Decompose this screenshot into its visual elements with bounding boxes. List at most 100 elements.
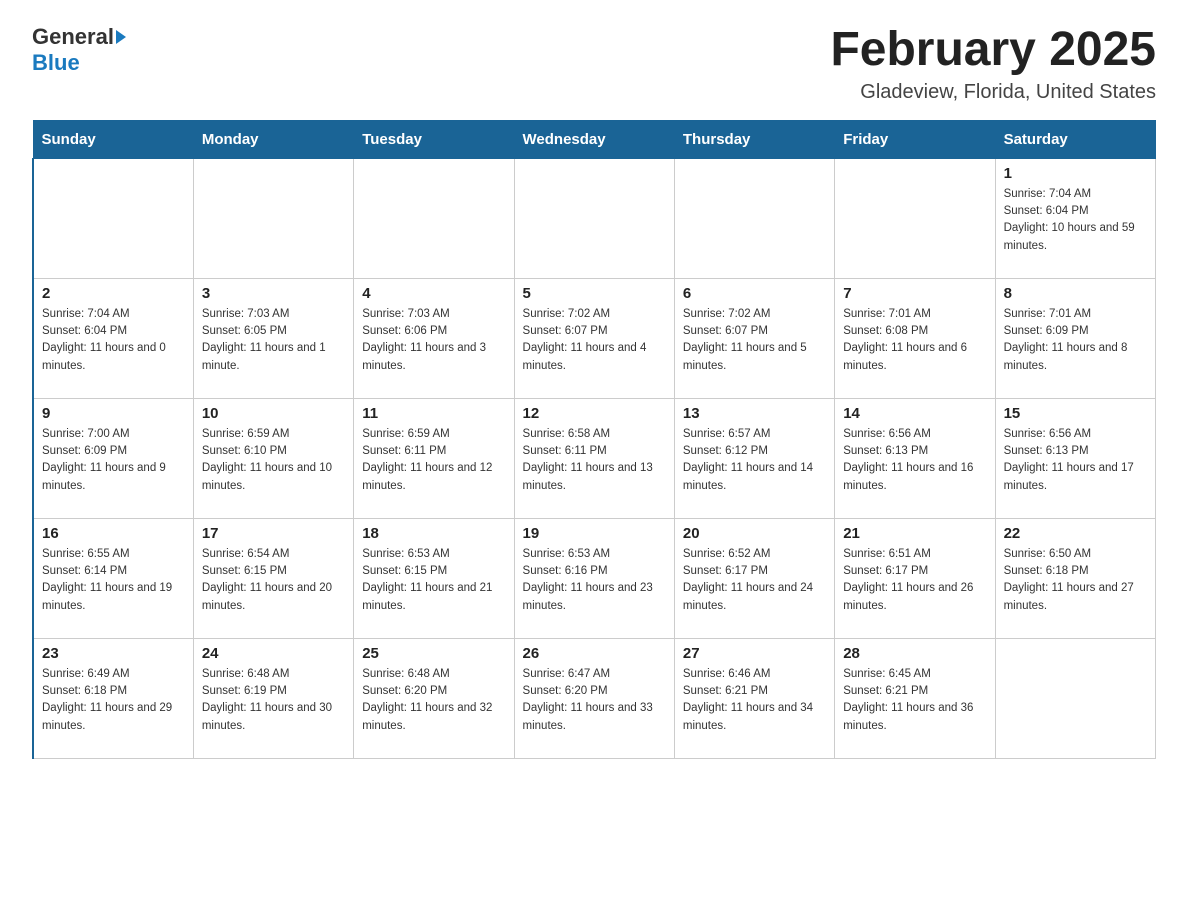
day-number: 15 — [1004, 405, 1147, 422]
sunrise-text: Sunrise: 6:48 AM — [362, 666, 505, 683]
calendar-cell: 19Sunrise: 6:53 AMSunset: 6:16 PMDayligh… — [514, 518, 674, 638]
sunset-text: Sunset: 6:16 PM — [523, 563, 666, 580]
calendar-cell: 4Sunrise: 7:03 AMSunset: 6:06 PMDaylight… — [354, 278, 514, 398]
day-number: 4 — [362, 285, 505, 302]
daylight-text: Daylight: 11 hours and 32 minutes. — [362, 700, 505, 735]
day-number: 11 — [362, 405, 505, 422]
sunset-text: Sunset: 6:09 PM — [1004, 323, 1147, 340]
calendar-table: Sunday Monday Tuesday Wednesday Thursday… — [32, 120, 1156, 759]
calendar-cell: 27Sunrise: 6:46 AMSunset: 6:21 PMDayligh… — [674, 638, 834, 758]
daylight-text: Daylight: 11 hours and 29 minutes. — [42, 700, 185, 735]
daylight-text: Daylight: 11 hours and 0 minutes. — [42, 340, 185, 375]
sunrise-text: Sunrise: 6:45 AM — [843, 666, 986, 683]
header-thursday: Thursday — [674, 120, 834, 158]
daylight-text: Daylight: 11 hours and 30 minutes. — [202, 700, 345, 735]
day-number: 21 — [843, 525, 986, 542]
day-number: 20 — [683, 525, 826, 542]
calendar-subtitle: Gladeview, Florida, United States — [830, 81, 1156, 104]
sunset-text: Sunset: 6:19 PM — [202, 683, 345, 700]
sunrise-text: Sunrise: 6:52 AM — [683, 546, 826, 563]
day-number: 12 — [523, 405, 666, 422]
sunrise-text: Sunrise: 6:50 AM — [1004, 546, 1147, 563]
sunset-text: Sunset: 6:05 PM — [202, 323, 345, 340]
daylight-text: Daylight: 10 hours and 59 minutes. — [1004, 220, 1147, 255]
daylight-text: Daylight: 11 hours and 9 minutes. — [42, 460, 185, 495]
calendar-cell — [33, 158, 193, 278]
daylight-text: Daylight: 11 hours and 5 minutes. — [683, 340, 826, 375]
calendar-cell: 17Sunrise: 6:54 AMSunset: 6:15 PMDayligh… — [193, 518, 353, 638]
calendar-cell: 1Sunrise: 7:04 AMSunset: 6:04 PMDaylight… — [995, 158, 1155, 278]
sunset-text: Sunset: 6:07 PM — [683, 323, 826, 340]
sunrise-text: Sunrise: 6:56 AM — [1004, 426, 1147, 443]
day-info: Sunrise: 6:53 AMSunset: 6:15 PMDaylight:… — [362, 546, 505, 615]
day-info: Sunrise: 6:47 AMSunset: 6:20 PMDaylight:… — [523, 666, 666, 735]
sunset-text: Sunset: 6:10 PM — [202, 443, 345, 460]
sunset-text: Sunset: 6:18 PM — [42, 683, 185, 700]
daylight-text: Daylight: 11 hours and 12 minutes. — [362, 460, 505, 495]
sunset-text: Sunset: 6:13 PM — [1004, 443, 1147, 460]
day-info: Sunrise: 6:49 AMSunset: 6:18 PMDaylight:… — [42, 666, 185, 735]
sunrise-text: Sunrise: 7:00 AM — [42, 426, 185, 443]
calendar-cell: 3Sunrise: 7:03 AMSunset: 6:05 PMDaylight… — [193, 278, 353, 398]
weekday-header-row: Sunday Monday Tuesday Wednesday Thursday… — [33, 120, 1156, 158]
sunset-text: Sunset: 6:21 PM — [843, 683, 986, 700]
sunset-text: Sunset: 6:17 PM — [843, 563, 986, 580]
calendar-cell — [354, 158, 514, 278]
day-number: 5 — [523, 285, 666, 302]
sunset-text: Sunset: 6:07 PM — [523, 323, 666, 340]
calendar-cell: 24Sunrise: 6:48 AMSunset: 6:19 PMDayligh… — [193, 638, 353, 758]
calendar-cell: 9Sunrise: 7:00 AMSunset: 6:09 PMDaylight… — [33, 398, 193, 518]
day-info: Sunrise: 7:01 AMSunset: 6:09 PMDaylight:… — [1004, 306, 1147, 375]
calendar-cell: 16Sunrise: 6:55 AMSunset: 6:14 PMDayligh… — [33, 518, 193, 638]
sunrise-text: Sunrise: 6:55 AM — [42, 546, 185, 563]
sunset-text: Sunset: 6:15 PM — [202, 563, 345, 580]
logo-arrow-icon — [116, 30, 126, 44]
calendar-cell: 20 Sunrise: 6:52 AMSunset: 6:17 PMDayligh… — [674, 518, 834, 638]
sunrise-text: Sunrise: 7:01 AM — [843, 306, 986, 323]
sunset-text: Sunset: 6:11 PM — [523, 443, 666, 460]
sunset-text: Sunset: 6:20 PM — [362, 683, 505, 700]
sunrise-text: Sunrise: 7:02 AM — [523, 306, 666, 323]
day-info: Sunrise: 7:02 AMSunset: 6:07 PMDaylight:… — [683, 306, 826, 375]
sunset-text: Sunset: 6:15 PM — [362, 563, 505, 580]
sunrise-text: Sunrise: 7:03 AM — [362, 306, 505, 323]
daylight-text: Daylight: 11 hours and 34 minutes. — [683, 700, 826, 735]
sunset-text: Sunset: 6:20 PM — [523, 683, 666, 700]
header-tuesday: Tuesday — [354, 120, 514, 158]
daylight-text: Daylight: 11 hours and 6 minutes. — [843, 340, 986, 375]
sunrise-text: Sunrise: 6:58 AM — [523, 426, 666, 443]
calendar-cell — [995, 638, 1155, 758]
day-number: 23 — [42, 645, 185, 662]
day-number: 26 — [523, 645, 666, 662]
sunrise-text: Sunrise: 6:49 AM — [42, 666, 185, 683]
day-number: 17 — [202, 525, 345, 542]
sunset-text: Sunset: 6:04 PM — [1004, 203, 1147, 220]
daylight-text: Daylight: 11 hours and 27 minutes. — [1004, 580, 1147, 615]
sunset-text: Sunset: 6:21 PM — [683, 683, 826, 700]
day-number: 9 — [42, 405, 185, 422]
day-info: Sunrise: 6:57 AMSunset: 6:12 PMDaylight:… — [683, 426, 826, 495]
day-info: Sunrise: 7:04 AMSunset: 6:04 PMDaylight:… — [42, 306, 185, 375]
day-number: 6 — [683, 285, 826, 302]
sunrise-text: Sunrise: 6:54 AM — [202, 546, 345, 563]
day-info: Sunrise: 6:52 AMSunset: 6:17 PMDaylight:… — [683, 546, 826, 615]
calendar-cell: 5 Sunrise: 7:02 AMSunset: 6:07 PMDaylight… — [514, 278, 674, 398]
day-info: Sunrise: 6:55 AMSunset: 6:14 PMDaylight:… — [42, 546, 185, 615]
day-number: 14 — [843, 405, 986, 422]
day-number: 22 — [1004, 525, 1147, 542]
daylight-text: Daylight: 11 hours and 4 minutes. — [523, 340, 666, 375]
calendar-cell: 12Sunrise: 6:58 AMSunset: 6:11 PMDayligh… — [514, 398, 674, 518]
sunrise-text: Sunrise: 7:04 AM — [1004, 186, 1147, 203]
sunrise-text: Sunrise: 6:57 AM — [683, 426, 826, 443]
day-info: Sunrise: 7:04 AMSunset: 6:04 PMDaylight:… — [1004, 186, 1147, 255]
calendar-cell: 23 Sunrise: 6:49 AMSunset: 6:18 PMDayligh… — [33, 638, 193, 758]
day-info: Sunrise: 6:48 AMSunset: 6:19 PMDaylight:… — [202, 666, 345, 735]
day-info: Sunrise: 6:56 AMSunset: 6:13 PMDaylight:… — [843, 426, 986, 495]
daylight-text: Daylight: 11 hours and 3 minutes. — [362, 340, 505, 375]
calendar-week-row: 9Sunrise: 7:00 AMSunset: 6:09 PMDaylight… — [33, 398, 1156, 518]
logo: General Blue — [32, 24, 126, 76]
calendar-cell: 14 Sunrise: 6:56 AMSunset: 6:13 PMDayligh… — [835, 398, 995, 518]
day-info: Sunrise: 6:48 AMSunset: 6:20 PMDaylight:… — [362, 666, 505, 735]
day-number: 7 — [843, 285, 986, 302]
sunrise-text: Sunrise: 6:56 AM — [843, 426, 986, 443]
